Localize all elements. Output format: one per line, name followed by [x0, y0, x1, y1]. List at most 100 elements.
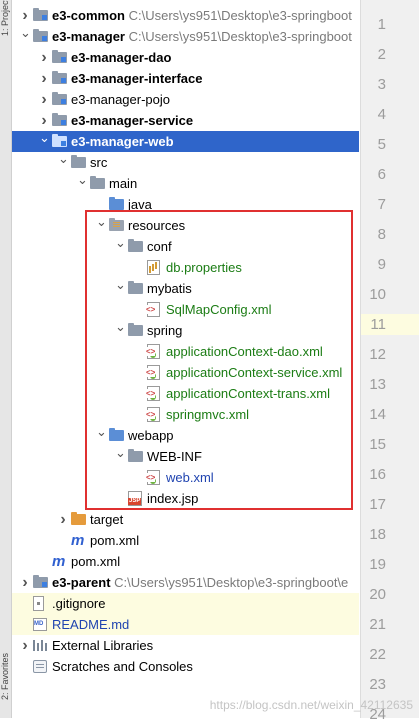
- tree-row-e3-manager-dao[interactable]: › e3-manager-dao: [12, 47, 359, 68]
- tree-label: resources: [128, 218, 186, 233]
- tree-row-mybatis[interactable]: ⌄ mybatis: [12, 277, 359, 299]
- tree-label: e3-manager-interface: [71, 71, 203, 86]
- tree-label: e3-manager-service: [71, 113, 194, 128]
- line-number: 24: [369, 706, 386, 723]
- chevron-down-icon[interactable]: ⌄: [20, 22, 31, 43]
- folder-icon: [71, 155, 86, 168]
- chevron-down-icon[interactable]: ⌄: [115, 442, 126, 463]
- tree-row-db-properties[interactable]: db.properties: [12, 257, 359, 278]
- tree-row-java[interactable]: java: [12, 194, 359, 215]
- tree-row-web-xml[interactable]: web.xml: [12, 467, 359, 488]
- line-number: 12: [369, 346, 386, 363]
- line-number: 22: [369, 646, 386, 663]
- chevron-down-icon[interactable]: ⌄: [115, 316, 126, 337]
- folder-icon: [128, 323, 143, 336]
- tree-row-applicationcontext-dao-xml[interactable]: applicationContext-dao.xml: [12, 341, 359, 362]
- module-path: C:\Users\ys951\Desktop\e3-springboot: [128, 8, 352, 23]
- project-tool-tab[interactable]: 1: Project: [0, 0, 11, 36]
- spring-xml-file-icon: [146, 407, 160, 422]
- tree-label: pom.xml: [90, 533, 140, 548]
- line-number: 7: [377, 196, 386, 213]
- tree-row-e3-common[interactable]: › e3-common C:\Users\ys951\Desktop\e3-spr…: [12, 5, 359, 26]
- line-number: 20: [369, 586, 386, 603]
- chevron-down-icon[interactable]: ⌄: [39, 127, 50, 148]
- chevron-right-icon[interactable]: ›: [39, 89, 49, 110]
- tree-row-e3-manager-pojo[interactable]: › e3-manager-pojo: [12, 89, 359, 110]
- source-folder-icon: [109, 197, 124, 210]
- tree-row-applicationcontext-service-xml[interactable]: applicationContext-service.xml: [12, 362, 359, 383]
- tree-label: WEB-INF: [147, 449, 202, 464]
- tree-label: pom.xml: [71, 554, 121, 569]
- tree-row-webapp[interactable]: ⌄ webapp: [12, 424, 359, 446]
- module-folder-icon: [52, 134, 67, 147]
- chevron-right-icon[interactable]: ›: [20, 635, 30, 656]
- chevron-down-icon[interactable]: ⌄: [58, 148, 69, 169]
- properties-file-icon: [147, 260, 160, 275]
- chevron-down-icon[interactable]: ⌄: [96, 211, 107, 232]
- chevron-down-icon[interactable]: ⌄: [115, 232, 126, 253]
- chevron-down-icon[interactable]: ⌄: [77, 169, 88, 190]
- tree-row-resources[interactable]: ⌄ resources: [12, 214, 359, 236]
- line-number: 23: [369, 676, 386, 693]
- module-folder-icon: [33, 8, 48, 21]
- line-number: 2: [377, 46, 386, 63]
- tree-row-e3-manager-service[interactable]: › e3-manager-service: [12, 110, 359, 131]
- chevron-down-icon[interactable]: ⌄: [96, 421, 107, 442]
- tree-label: e3-manager-pojo: [71, 92, 171, 107]
- line-number: 16: [369, 466, 386, 483]
- tree-label: e3-parent: [52, 575, 111, 590]
- tree-label: External Libraries: [52, 638, 154, 653]
- tree-label: index.jsp: [147, 491, 199, 506]
- tree-row-external-libraries[interactable]: › External Libraries: [12, 635, 359, 656]
- tree-row-gitignore[interactable]: .gitignore: [12, 593, 359, 614]
- spring-xml-file-icon: [146, 470, 160, 485]
- tree-row-main[interactable]: ⌄ main: [12, 172, 359, 194]
- tree-label: webapp: [128, 428, 174, 443]
- tree-row-applicationcontext-trans-xml[interactable]: applicationContext-trans.xml: [12, 383, 359, 404]
- tree-row-index-jsp[interactable]: index.jsp: [12, 488, 359, 509]
- excluded-folder-icon: [71, 512, 86, 525]
- tree-row-e3-manager[interactable]: ⌄ e3-manager C:\Users\ys951\Desktop\e3-sp…: [12, 25, 359, 47]
- line-number: 19: [369, 556, 386, 573]
- line-number: 1: [377, 16, 386, 33]
- chevron-right-icon[interactable]: ›: [39, 47, 49, 68]
- favorites-tool-tab[interactable]: 2: Favorites: [0, 630, 11, 700]
- tree-row-web-inf[interactable]: ⌄ WEB-INF: [12, 445, 359, 467]
- module-folder-icon: [52, 92, 67, 105]
- tree-label: e3-manager-web: [71, 134, 174, 149]
- spring-xml-file-icon: [146, 365, 160, 380]
- line-number: 15: [369, 436, 386, 453]
- chevron-right-icon[interactable]: ›: [39, 68, 49, 89]
- tree-row-sqlmapconfig-xml[interactable]: SqlMapConfig.xml: [12, 299, 359, 320]
- line-number: 4: [377, 106, 386, 123]
- chevron-right-icon[interactable]: ›: [58, 509, 68, 530]
- resources-folder-icon: [109, 218, 124, 231]
- module-folder-icon: [52, 50, 67, 63]
- module-path: C:\Users\ys951\Desktop\e3-springboot\e: [114, 575, 349, 590]
- tree-row-src[interactable]: ⌄ src: [12, 151, 359, 173]
- module-folder-icon: [52, 71, 67, 84]
- tree-row-readme-md[interactable]: README.md: [12, 614, 359, 635]
- tree-row-target[interactable]: › target: [12, 509, 359, 530]
- tree-label: README.md: [52, 617, 130, 632]
- tree-row-conf[interactable]: ⌄ conf: [12, 235, 359, 257]
- tree-row-pom-xml-manager[interactable]: m pom.xml: [12, 551, 359, 572]
- line-number: 9: [377, 256, 386, 273]
- tree-label: conf: [147, 239, 172, 254]
- chevron-down-icon[interactable]: ⌄: [115, 274, 126, 295]
- tree-row-e3-parent[interactable]: › e3-parent C:\Users\ys951\Desktop\e3-spr…: [12, 572, 359, 593]
- line-number: 11: [370, 316, 386, 333]
- module-path: C:\Users\ys951\Desktop\e3-springboot: [128, 29, 352, 44]
- tree-row-spring[interactable]: ⌄ spring: [12, 319, 359, 341]
- tree-label: src: [90, 155, 108, 170]
- project-tree: › e3-common C:\Users\ys951\Desktop\e3-spr…: [12, 0, 359, 718]
- tree-row-springmvc-xml[interactable]: springmvc.xml: [12, 404, 359, 425]
- tree-row-pom-xml-web[interactable]: m pom.xml: [12, 530, 359, 551]
- folder-icon: [90, 176, 105, 189]
- tree-label: target: [90, 512, 124, 527]
- tree-row-scratches-and-consoles[interactable]: Scratches and Consoles: [12, 656, 359, 677]
- tree-label: Scratches and Consoles: [52, 659, 193, 674]
- tree-row-e3-manager-interface[interactable]: › e3-manager-interface: [12, 68, 359, 89]
- chevron-right-icon[interactable]: ›: [20, 572, 30, 593]
- tree-label: applicationContext-trans.xml: [166, 386, 331, 401]
